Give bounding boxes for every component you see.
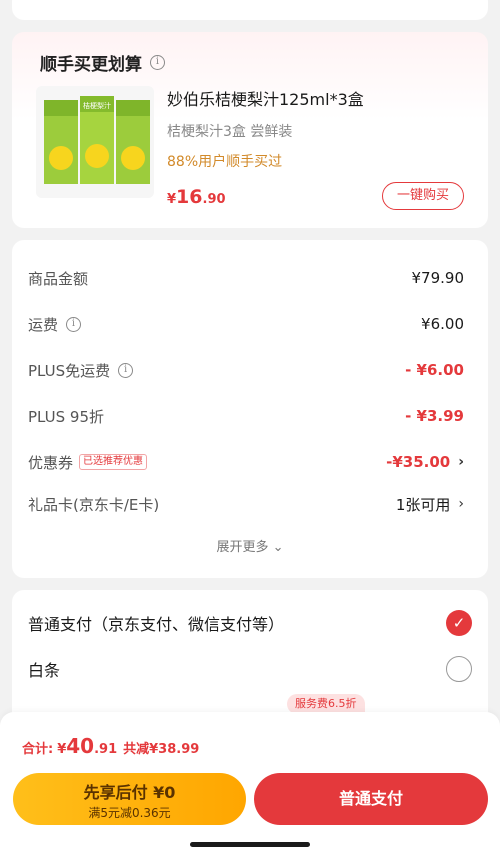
- previous-card: [12, 0, 488, 20]
- product-name[interactable]: 妙伯乐桔梗梨汁125ml*3盒: [167, 86, 364, 110]
- expand-more-button[interactable]: 展开更多 ⌄: [12, 536, 488, 555]
- checkout-bar: 合计: ¥40.91 共减¥38.99 先享后付 ¥0 满5元减0.36元 普通…: [0, 712, 500, 850]
- fee-row-gift-card[interactable]: 礼品卡(京东卡/E卡) 1张可用 ›: [28, 492, 464, 516]
- addon-title: 顺手买更划算 i: [40, 50, 165, 75]
- price-decimal: .90: [202, 192, 226, 207]
- one-click-buy-button[interactable]: 一键购买: [382, 182, 464, 210]
- fee-label: 运费 i: [28, 314, 82, 335]
- service-fee-badge: 服务费6.5折: [287, 694, 365, 714]
- coupon-tag: 已选推荐优惠: [79, 454, 148, 470]
- fee-label-text: PLUS免运费: [28, 361, 111, 380]
- fee-value: - ¥3.99: [405, 407, 464, 425]
- info-icon[interactable]: i: [150, 55, 165, 70]
- fee-row-shipping: 运费 i ¥6.00: [28, 312, 464, 336]
- chevron-down-icon: ⌄: [272, 540, 284, 555]
- home-indicator: [190, 842, 310, 847]
- fee-value: - ¥6.00: [405, 361, 464, 379]
- gift-card-value: 1张可用: [395, 495, 451, 514]
- fee-row-coupon[interactable]: 优惠券 已选推荐优惠 -¥35.00 ›: [28, 450, 464, 474]
- product-image[interactable]: 桔梗梨汁: [36, 86, 154, 198]
- fee-label: PLUS 95折: [28, 407, 105, 426]
- total-symbol: ¥: [57, 742, 67, 757]
- expand-more-label: 展开更多: [216, 540, 269, 555]
- bnpl-label: 先享后付 ¥0: [83, 783, 176, 802]
- addon-card: 顺手买更划算 i 桔梗梨汁 妙伯乐桔梗梨汁125ml*3盒 桔梗梨汁3盒 尝鲜装…: [12, 32, 488, 228]
- fee-value: -¥35.00 ›: [386, 453, 464, 471]
- social-proof-text: 88%用户顺手买过: [167, 154, 283, 170]
- fee-row-plus-discount: PLUS 95折 - ¥3.99: [28, 404, 464, 428]
- bnpl-sublabel: 满5元减0.36元: [88, 806, 171, 820]
- payment-option-baitiao[interactable]: 白条: [28, 654, 472, 684]
- fee-label: 优惠券 已选推荐优惠: [28, 452, 148, 473]
- juice-box-3: [116, 100, 150, 184]
- info-icon[interactable]: i: [118, 362, 134, 378]
- fee-label-text: 运费: [28, 315, 59, 334]
- payment-option-label: 白条: [28, 661, 61, 680]
- payment-method-card: 普通支付（京东支付、微信支付等） ✓ 白条: [12, 590, 488, 730]
- fee-value: ¥79.90: [411, 269, 465, 287]
- chevron-right-icon: ›: [458, 454, 464, 470]
- price-integer: 16: [176, 186, 203, 208]
- standard-pay-button[interactable]: 普通支付: [254, 773, 488, 825]
- checkmark-icon[interactable]: ✓: [446, 610, 472, 636]
- fee-value: 1张可用 ›: [396, 494, 464, 515]
- addon-title-text: 顺手买更划算: [40, 55, 142, 75]
- fee-label: 商品金额: [28, 269, 89, 288]
- payment-option-label: 普通支付（京东支付、微信支付等）: [28, 615, 285, 634]
- fee-label-text: 优惠券: [28, 453, 74, 472]
- fee-label: PLUS免运费 i: [28, 360, 134, 381]
- fee-row-subtotal: 商品金额 ¥79.90: [28, 266, 464, 290]
- total-label: 合计:: [22, 742, 54, 757]
- fee-label: 礼品卡(京东卡/E卡): [28, 495, 160, 514]
- price-symbol: ¥: [167, 192, 177, 207]
- product-spec: 桔梗梨汁3盒 尝鲜装: [167, 124, 293, 140]
- coupon-value: -¥35.00: [386, 453, 451, 471]
- chevron-right-icon: ›: [458, 496, 464, 512]
- payment-option-standard[interactable]: 普通支付（京东支付、微信支付等） ✓: [28, 608, 472, 638]
- total-savings: 共减¥38.99: [123, 742, 200, 757]
- fee-value: ¥6.00: [421, 315, 464, 333]
- info-icon[interactable]: i: [66, 316, 82, 332]
- juice-box-1: [44, 100, 78, 184]
- fee-breakdown-card: 商品金额 ¥79.90 运费 i ¥6.00 PLUS免运费 i - ¥6.00…: [12, 240, 488, 578]
- order-total: 合计: ¥40.91 共减¥38.99: [22, 734, 199, 758]
- total-integer: 40: [66, 734, 95, 758]
- total-decimal: .91: [94, 742, 118, 757]
- fee-row-plus-free-shipping: PLUS免运费 i - ¥6.00: [28, 358, 464, 382]
- svg-text:桔梗梨汁: 桔梗梨汁: [83, 101, 111, 110]
- radio-button[interactable]: [446, 656, 472, 682]
- buy-now-pay-later-button[interactable]: 先享后付 ¥0 满5元减0.36元: [13, 773, 246, 825]
- product-price: ¥16.90: [167, 186, 226, 208]
